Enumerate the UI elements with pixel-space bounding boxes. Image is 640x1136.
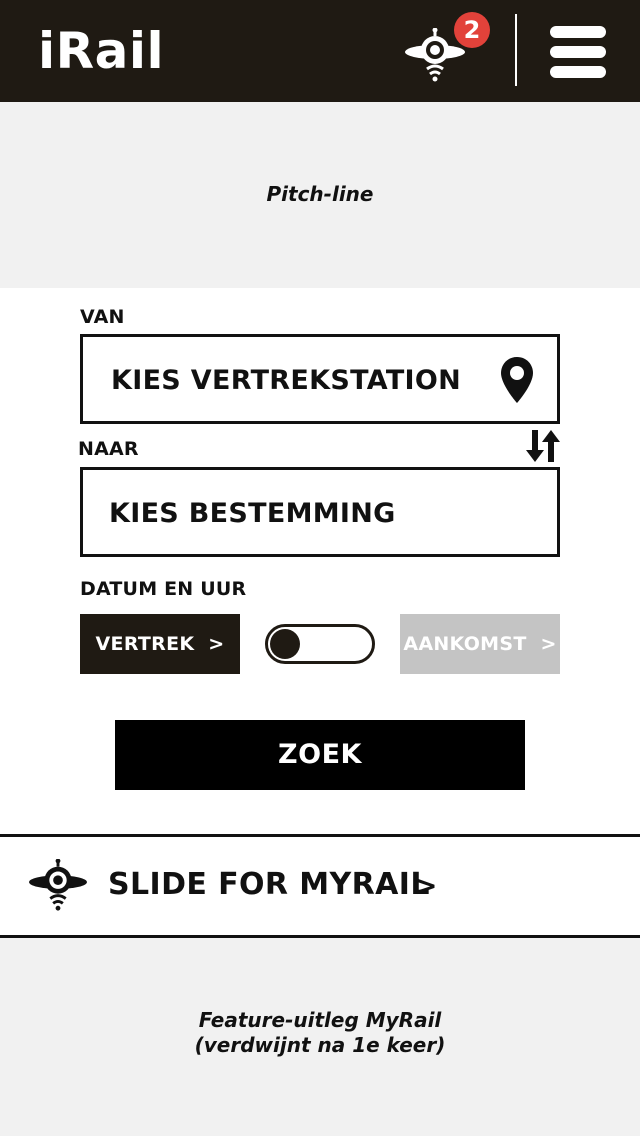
pitch-banner: Pitch-line: [0, 102, 640, 288]
to-station-placeholder: KIES BESTEMMING: [109, 498, 396, 529]
myrail-label: SLIDE FOR MYRAIL: [108, 867, 430, 902]
hamburger-menu-icon[interactable]: [548, 24, 608, 80]
from-station-field[interactable]: KIES VERTREKSTATION: [80, 334, 560, 424]
location-pin-icon[interactable]: [498, 355, 536, 405]
swap-arrows-icon[interactable]: [524, 428, 562, 464]
notification-badge: 2: [454, 12, 490, 48]
feature-explanation: Feature-uitleg MyRail (verdwijnt na 1e k…: [0, 1008, 640, 1058]
app-logo: iRail: [38, 22, 165, 80]
robot-icon: [26, 858, 90, 913]
search-button[interactable]: ZOEK: [115, 720, 525, 790]
to-label: NAAR: [78, 438, 139, 460]
app-header: iRail 2: [0, 0, 640, 102]
departure-button[interactable]: VERTREK >: [80, 614, 240, 674]
myrail-slider[interactable]: SLIDE FOR MYRAIL >: [0, 834, 640, 938]
pitch-text: Pitch-line: [266, 182, 374, 206]
from-label: VAN: [80, 306, 125, 328]
datetime-label: DATUM EN UUR: [80, 578, 247, 600]
toggle-knob: [270, 629, 300, 659]
departure-arrival-toggle[interactable]: [265, 624, 375, 664]
from-station-placeholder: KIES VERTREKSTATION: [111, 365, 462, 396]
header-divider: [515, 14, 517, 86]
to-station-field[interactable]: KIES BESTEMMING: [80, 467, 560, 557]
chevron-right-icon: >: [414, 869, 438, 902]
feature-line-1: Feature-uitleg MyRail: [198, 1008, 442, 1032]
feature-line-2: (verdwijnt na 1e keer): [194, 1033, 446, 1057]
arrival-button[interactable]: AANKOMST >: [400, 614, 560, 674]
